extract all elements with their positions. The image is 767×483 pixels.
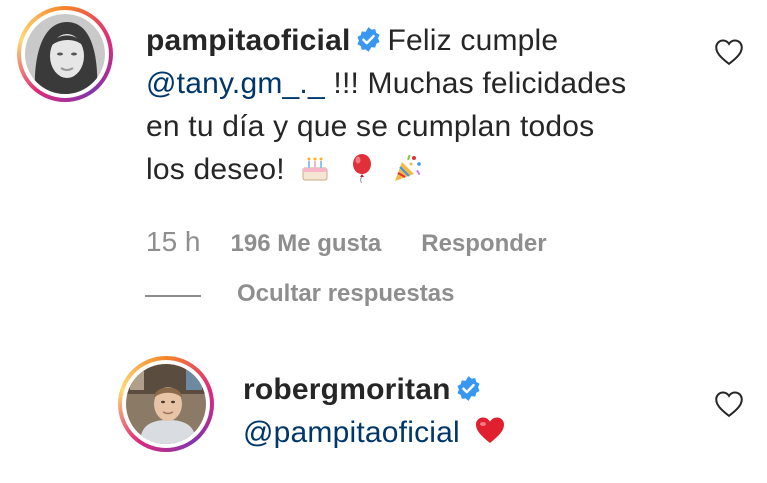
balloon-emoji-icon	[352, 154, 371, 184]
portrait-image	[126, 364, 206, 444]
username[interactable]: pampitaoficial	[146, 24, 351, 57]
comment-meta: 15 h 196 Me gusta Responder	[146, 226, 547, 258]
avatar-photo	[126, 364, 206, 444]
verified-badge-icon	[457, 376, 480, 401]
avatar-pampitaoficial[interactable]	[17, 6, 113, 102]
like-heart-icon[interactable]	[714, 38, 744, 66]
comment-text-line1: !!! Muchas felicidades	[333, 67, 627, 100]
mention-link[interactable]: @pampitaoficial	[243, 416, 460, 449]
comment-text-intro: Feliz cumple	[387, 24, 559, 57]
username[interactable]: robergmoritan	[243, 373, 451, 406]
reply-button[interactable]: Responder	[421, 230, 546, 257]
like-heart-icon[interactable]	[714, 390, 744, 418]
avatar-robergmoritan[interactable]	[118, 356, 214, 452]
hide-replies-button[interactable]: Ocultar respuestas	[237, 280, 454, 308]
comment-text-line3: los deseo!	[146, 153, 285, 186]
avatar-photo	[25, 14, 105, 94]
party-popper-emoji-icon	[395, 154, 422, 181]
comment-pampitaoficial: pampitaoficial Feliz cumple @tany.gm_._ !…	[0, 0, 767, 300]
comment-text: robergmoritan @pampitaoficial	[243, 368, 506, 454]
cake-emoji-icon	[302, 157, 328, 181]
comment-text: pampitaoficial Feliz cumple @tany.gm_._ !…	[146, 19, 626, 191]
replies-divider-line	[145, 295, 201, 297]
comment-text-line2: en tu día y que se cumplan todos	[146, 110, 595, 143]
red-heart-emoji-icon	[476, 417, 505, 443]
comment-robergmoritan: robergmoritan @pampitaoficial	[0, 340, 767, 483]
verified-badge-icon	[356, 27, 380, 52]
portrait-image	[25, 14, 105, 94]
likes-count-link[interactable]: 196 Me gusta	[231, 230, 382, 258]
mention-link[interactable]: @tany.gm_._	[146, 67, 325, 100]
comment-timestamp: 15 h	[146, 226, 201, 257]
